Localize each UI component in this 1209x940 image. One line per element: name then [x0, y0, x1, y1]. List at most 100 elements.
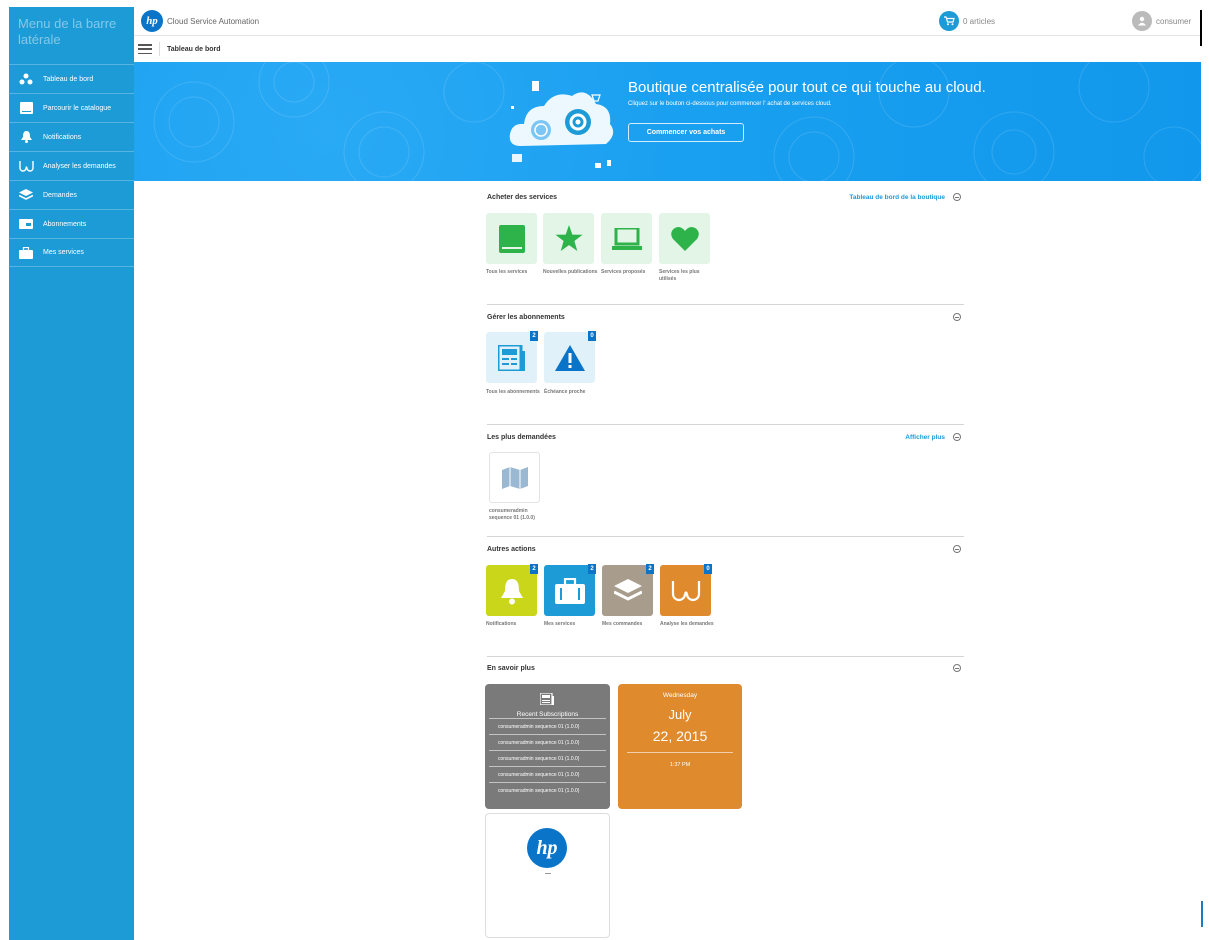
- banner-subtext: Cliquez sur le bouton ci-dessous pour co…: [628, 101, 832, 107]
- section-learn-more: En savoir plus: [487, 664, 964, 672]
- collapse-icon[interactable]: [953, 313, 961, 321]
- briefcase-icon: [554, 577, 585, 604]
- tile-label: Échéance proche: [544, 389, 586, 395]
- subscription-icon: [18, 217, 34, 231]
- sidebar-item-my-services[interactable]: Mes services: [9, 238, 134, 267]
- collapse-icon[interactable]: [953, 433, 961, 441]
- tile-label: Services proposés: [601, 269, 646, 275]
- section-title: Gérer les abonnements: [487, 314, 565, 321]
- tile-most-used[interactable]: [659, 213, 710, 264]
- tile-label: Nouvelles publications: [543, 269, 598, 275]
- newspaper-icon: [497, 344, 525, 371]
- hamburger-menu-icon[interactable]: [138, 44, 152, 54]
- sidebar-item-dashboard[interactable]: Tableau de bord: [9, 64, 134, 93]
- tile-label: Services les plus utilisés: [659, 269, 700, 282]
- show-more-link[interactable]: Afficher plus: [905, 434, 945, 441]
- tile-label: Tous les abonnements: [486, 389, 540, 395]
- tile-label: Mes commandes: [602, 621, 643, 627]
- tile-my-orders[interactable]: 2: [602, 564, 654, 616]
- calendar-weekday: Wednesday: [662, 692, 698, 699]
- warning-icon: [554, 344, 585, 371]
- tile-analyze-requests[interactable]: 0: [660, 564, 712, 616]
- calendar-divider: [627, 752, 733, 753]
- section-divider: [487, 424, 964, 425]
- cart-button[interactable]: 0 articles: [939, 11, 995, 31]
- section-divider: [487, 656, 964, 657]
- section-title: En savoir plus: [487, 665, 535, 672]
- hp-logo: hp: [527, 828, 567, 868]
- start-shopping-button[interactable]: Commencer vos achats: [628, 123, 744, 142]
- breadcrumb-separator: [159, 42, 160, 56]
- sidebar-item-requests[interactable]: Demandes: [9, 180, 134, 209]
- collapse-icon[interactable]: [953, 545, 961, 553]
- logo-text: hp: [536, 836, 558, 859]
- tile-new-releases[interactable]: [543, 213, 594, 264]
- banner-heading: Boutique centralisée pour tout ce qui to…: [628, 79, 986, 96]
- recent-subscriptions-widget: Recent Subscriptions consumeradmin seque…: [485, 684, 610, 809]
- hp-logo[interactable]: hp: [141, 10, 163, 32]
- sidebar-item-label: Mes services: [43, 249, 84, 256]
- sidebar-item-analyze[interactable]: Analyser les demandes: [9, 151, 134, 180]
- hero-banner: Boutique centralisée pour tout ce qui to…: [134, 62, 1201, 181]
- glasses-icon: [671, 580, 700, 601]
- window-edge-line: [1200, 10, 1202, 46]
- logo-text: hp: [146, 15, 158, 27]
- collapse-icon[interactable]: [953, 664, 961, 672]
- sidebar-item-catalog[interactable]: Parcourir le catalogue: [9, 93, 134, 122]
- store-dashboard-link[interactable]: Tableau de bord de la boutique: [849, 194, 945, 201]
- recent-subscription-row[interactable]: consumeradmin sequence 01 (1.0.0): [489, 766, 606, 782]
- star-icon: [555, 225, 582, 251]
- sidebar-title: Menu de la barre latérale: [18, 16, 117, 47]
- briefcase-icon: [18, 246, 34, 260]
- sidebar-item-label: Parcourir le catalogue: [43, 104, 112, 112]
- section-title: Les plus demandées: [487, 434, 556, 441]
- recent-subscription-row[interactable]: consumeradmin sequence 01 (1.0.0): [489, 782, 606, 798]
- calendar-month: July: [668, 707, 692, 722]
- dashboard-icon: [18, 72, 34, 86]
- recent-subscription-row[interactable]: consumeradmin sequence 01 (1.0.0): [489, 718, 606, 734]
- calendar-widget: Wednesday July 22, 2015 1:37 PM: [618, 684, 742, 809]
- sidebar-item-notifications[interactable]: Notifications: [9, 122, 134, 151]
- tile-my-services[interactable]: 2: [544, 564, 596, 616]
- section-other-actions: Autres actions: [487, 545, 964, 553]
- section-divider: [487, 304, 964, 305]
- calendar-date: 22, 2015: [652, 728, 708, 744]
- tile-expiring-soon[interactable]: 0: [544, 331, 596, 383]
- count-badge: 0: [588, 331, 596, 341]
- scrollbar-thumb[interactable]: [1201, 901, 1203, 927]
- bell-icon: [500, 578, 523, 604]
- section-most-requested: Les plus demandées Afficher plus: [487, 433, 964, 441]
- glasses-icon: [18, 159, 34, 173]
- tile-all-services[interactable]: [486, 213, 537, 264]
- section-divider: [487, 536, 964, 537]
- sidebar-item-subscriptions[interactable]: Abonnements: [9, 209, 134, 238]
- collapse-icon[interactable]: [953, 193, 961, 201]
- recent-subscription-row[interactable]: consumeradmin sequence 01 (1.0.0): [489, 750, 606, 766]
- user-menu[interactable]: consumer: [1132, 11, 1191, 31]
- tile-all-subscriptions[interactable]: 2: [486, 331, 538, 383]
- cart-count: 0 articles: [963, 16, 996, 26]
- tile-notifications[interactable]: 2: [486, 564, 538, 616]
- sidebar-item-label: Notifications: [43, 133, 82, 141]
- count-badge: 2: [588, 564, 596, 574]
- app-root: Menu de la barre latérale Tableau de bor…: [0, 0, 1209, 940]
- cloud-illustration-icon: [509, 81, 614, 168]
- widget-title: Recent Subscriptions: [516, 711, 579, 718]
- sidebar: Menu de la barre latérale Tableau de bor…: [9, 7, 134, 940]
- layers-icon: [18, 188, 34, 202]
- count-badge: 2: [530, 564, 538, 574]
- count-badge: 0: [704, 564, 712, 574]
- logo-caption-dash: [545, 873, 551, 874]
- sidebar-item-label: Abonnements: [43, 220, 87, 228]
- tile-featured-services[interactable]: [601, 213, 652, 264]
- hp-logo-widget: hp: [485, 813, 610, 938]
- tile-popular-offering[interactable]: [489, 452, 540, 503]
- book-icon: [498, 224, 525, 253]
- count-badge: 2: [530, 331, 538, 341]
- recent-subscription-row[interactable]: consumeradmin sequence 01 (1.0.0): [489, 734, 606, 750]
- user-name: consumer: [1156, 16, 1192, 26]
- tile-label: Notifications: [486, 621, 517, 627]
- catalog-book-icon: [18, 101, 34, 115]
- section-manage-subscriptions: Gérer les abonnements: [487, 313, 964, 321]
- laptop-icon: [611, 227, 642, 250]
